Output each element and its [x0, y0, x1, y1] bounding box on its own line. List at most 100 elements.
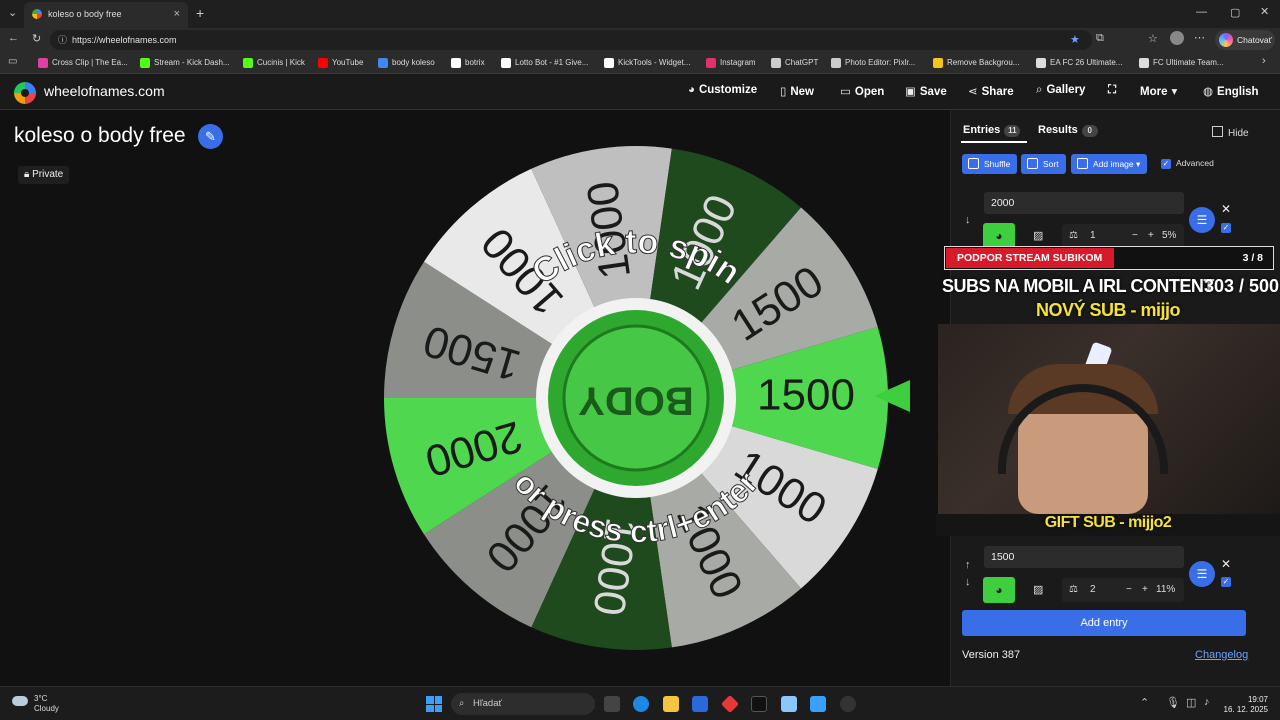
bookmark-item[interactable]: KickTools - Widget... — [604, 52, 690, 74]
delete-entry-icon[interactable]: ✕ — [1221, 202, 1231, 216]
bookmark-item[interactable]: ChatGPT — [771, 52, 818, 74]
entry-color-button[interactable]: ◕ — [983, 577, 1015, 603]
edge-icon[interactable] — [633, 696, 649, 712]
tab-results[interactable]: Results 0 — [1038, 124, 1098, 137]
spin-wheel[interactable]: 15001000100010001000200015001000 1000 1000… — [376, 138, 896, 658]
bookmark-item[interactable]: EA FC 26 Ultimate... — [1036, 52, 1122, 74]
tray-chevron-icon[interactable]: ⌃ — [1140, 696, 1149, 709]
bookmark-item[interactable]: Lotto Bot - #1 Give... — [501, 52, 588, 74]
bookmark-item[interactable]: FC Ultimate Team... — [1139, 52, 1224, 74]
maximize-icon[interactable]: ▢ — [1230, 6, 1240, 19]
entry-enabled-checkbox[interactable]: ✓ — [1221, 223, 1231, 233]
more-button[interactable]: More ▾ — [1140, 84, 1181, 98]
app-dark-icon[interactable] — [840, 696, 856, 712]
fullscreen-icon[interactable]: ⛶ — [1108, 84, 1116, 97]
entry-image-icon[interactable]: ▨ — [1033, 583, 1043, 596]
bookmark-item[interactable]: botrix — [451, 52, 485, 74]
entry-weight-control[interactable]: ⚖ 2 − + 11% — [1062, 578, 1184, 602]
decrease-weight-icon[interactable]: − — [1132, 224, 1138, 248]
shuffle-button[interactable]: Shuffle — [962, 154, 1018, 174]
bookmark-item[interactable]: Photo Editor: Pixlr... — [831, 52, 915, 74]
close-tab-icon[interactable]: × — [174, 2, 180, 26]
decrease-weight-icon[interactable]: − — [1126, 578, 1132, 602]
extensions-icon[interactable]: ⧉ — [1096, 32, 1104, 45]
advanced-checkbox[interactable]: ✓ — [1161, 159, 1171, 169]
favorites-icon[interactable]: ☆ — [1148, 32, 1158, 45]
task-view-icon[interactable] — [604, 696, 620, 712]
copilot-button[interactable]: Chatovať — [1215, 30, 1275, 50]
tiktok-icon[interactable] — [751, 696, 767, 712]
bookmark-item[interactable]: Instagram — [706, 52, 756, 74]
weather-widget[interactable]: 3°C Cloudy — [12, 694, 59, 714]
edit-title-button[interactable]: ✎ — [198, 124, 223, 149]
bookmark-item[interactable]: Cross Clip | The Ea... — [38, 52, 128, 74]
bookmark-icon — [318, 58, 328, 68]
language-button[interactable]: ◍ English — [1203, 84, 1259, 98]
address-bar-row: ← ↻ ⓘ https://wheelofnames.com ★ ⧉ ☆ ⋯ C… — [0, 28, 1280, 52]
site-name[interactable]: wheelofnames.com — [44, 83, 165, 99]
profile-avatar-icon[interactable] — [1170, 31, 1184, 45]
entry-settings-button[interactable]: ☰ — [1189, 561, 1215, 587]
volume-icon[interactable]: ♪ — [1204, 696, 1210, 708]
changelog-link[interactable]: Changelog — [1195, 649, 1248, 661]
tab-entries[interactable]: Entries 11 — [963, 124, 1021, 137]
start-button-icon[interactable] — [426, 696, 442, 712]
increase-weight-icon[interactable]: + — [1142, 578, 1148, 602]
customize-button[interactable]: ◕ Customize — [688, 84, 757, 96]
taskbar-search-placeholder: Hľadať — [473, 698, 503, 709]
app-blue-icon[interactable] — [810, 696, 826, 712]
bookmark-item[interactable]: Stream - Kick Dash... — [140, 52, 230, 74]
favorite-star-icon[interactable]: ★ — [1070, 30, 1080, 50]
system-clock[interactable]: 19:07 16. 12. 2025 — [1224, 695, 1268, 715]
add-entry-button[interactable]: Add entry — [962, 610, 1246, 636]
bookmarks-sidebar-icon[interactable]: ▭ — [8, 56, 17, 67]
bookmark-item[interactable]: Cucinis | Kick — [243, 52, 305, 74]
wheel-title[interactable]: koleso o body free — [14, 124, 186, 148]
increase-weight-icon[interactable]: + — [1148, 224, 1154, 248]
entry-enabled-checkbox[interactable]: ✓ — [1221, 577, 1231, 587]
notepad-icon[interactable] — [781, 696, 797, 712]
tab-list-icon[interactable]: ⌄ — [8, 6, 17, 19]
microphone-icon[interactable]: 🎙︎ — [1166, 696, 1180, 709]
pencil-icon: ✎ — [205, 129, 216, 144]
private-badge[interactable]: 🔒︎ Private — [18, 166, 70, 184]
new-button[interactable]: ▯ New — [780, 84, 814, 98]
bookmark-item[interactable]: Remove Backgrou... — [933, 52, 1019, 74]
entry-text-field[interactable]: 1500 — [984, 546, 1184, 568]
entry-text-field[interactable]: 2000 — [984, 192, 1184, 214]
taskbar-search[interactable]: ⌕ Hľadať — [451, 693, 595, 715]
store-icon[interactable] — [692, 696, 708, 712]
open-button[interactable]: ▭ Open — [840, 84, 884, 98]
more-bookmarks-icon[interactable]: › — [1262, 55, 1266, 67]
save-button[interactable]: ▣ Save — [905, 84, 947, 98]
add-image-button[interactable]: Add image ▾ — [1071, 154, 1148, 174]
move-down-icon[interactable]: ↓ — [965, 214, 971, 226]
app-red-icon[interactable] — [720, 694, 740, 714]
delete-entry-icon[interactable]: ✕ — [1221, 557, 1231, 571]
active-tab-indicator — [961, 141, 1027, 143]
more-menu-icon[interactable]: ⋯ — [1194, 31, 1205, 44]
site-info-icon[interactable]: ⓘ — [58, 30, 67, 50]
move-up-icon[interactable]: ↑ — [965, 559, 971, 571]
minimize-icon[interactable]: — — [1196, 6, 1207, 18]
share-button[interactable]: ⋖ Share — [968, 84, 1014, 98]
url-field[interactable]: ⓘ https://wheelofnames.com ★ — [50, 30, 1092, 50]
url-text: https://wheelofnames.com — [72, 35, 177, 45]
hide-checkbox[interactable]: Hide — [1212, 126, 1249, 139]
browser-tab[interactable]: koleso o body free × — [24, 2, 188, 28]
entry-image-icon[interactable]: ▨ — [1033, 229, 1043, 242]
entry-settings-button[interactable]: ☰ — [1189, 207, 1215, 233]
move-down-icon[interactable]: ↓ — [965, 576, 971, 588]
file-explorer-icon[interactable] — [663, 696, 679, 712]
gallery-button[interactable]: ⌕ Gallery — [1036, 84, 1085, 97]
bookmark-item[interactable]: YouTube — [318, 52, 363, 74]
close-window-icon[interactable]: ✕ — [1260, 5, 1269, 18]
reload-icon[interactable]: ↻ — [32, 32, 41, 45]
back-icon[interactable]: ← — [8, 32, 19, 44]
sort-button[interactable]: Sort — [1021, 154, 1066, 174]
network-icon[interactable]: ◫ — [1186, 696, 1196, 709]
bookmark-item[interactable]: body koleso — [378, 52, 435, 74]
site-logo-icon[interactable] — [14, 82, 36, 104]
entry-weight-control[interactable]: ⚖ 1 − + 5% — [1062, 224, 1184, 248]
new-tab-icon[interactable]: + — [196, 5, 204, 21]
